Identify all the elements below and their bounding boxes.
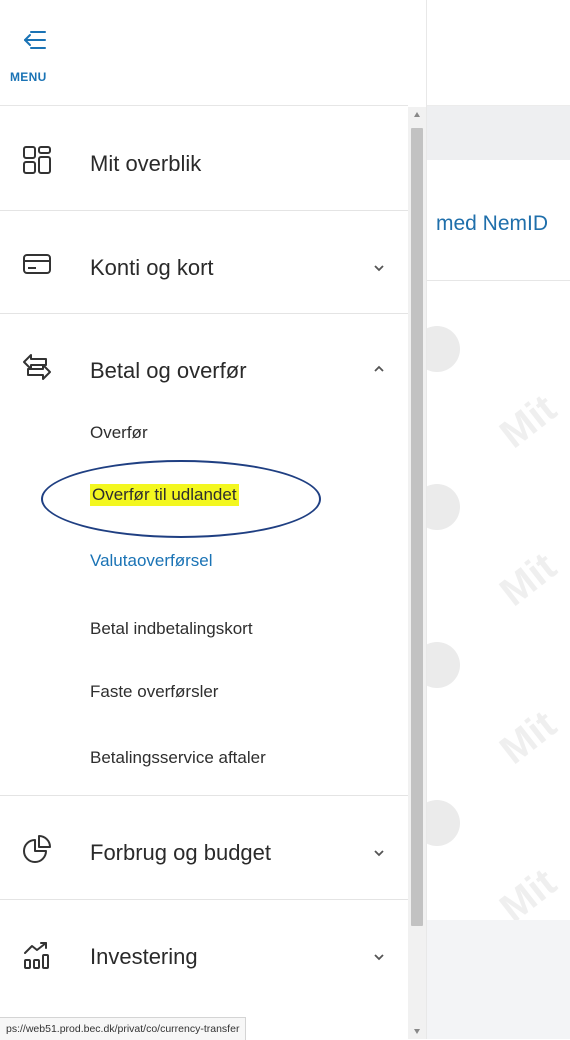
sidebar-scrollbar[interactable] xyxy=(408,107,426,1039)
submenu-item-faste-overforsler[interactable]: Faste overførsler xyxy=(90,682,218,702)
sidebar-item-label: Investering xyxy=(90,944,198,969)
menu-button[interactable]: MENU xyxy=(10,22,70,92)
chevron-down-icon xyxy=(374,850,384,857)
pie-chart-icon xyxy=(23,835,51,863)
sidebar: MENU Mit overblik Konti og kort Betal og… xyxy=(0,0,427,1039)
sidebar-item-label: Mit overblik xyxy=(90,151,202,176)
sidebar-item-label: Konti og kort xyxy=(90,255,214,280)
placeholder-avatar xyxy=(426,800,460,846)
login-nemid-link[interactable]: med NemID xyxy=(436,212,548,236)
submenu-item-overfor[interactable]: Overfør xyxy=(90,423,148,443)
status-url-bar: ps://web51.prod.bec.dk/privat/co/currenc… xyxy=(0,1017,247,1040)
placeholder-text: Mit xyxy=(492,386,565,457)
submenu-item-valutaoverforsel[interactable]: Valutaoverførsel xyxy=(90,551,213,571)
placeholder-avatar xyxy=(426,642,460,688)
submenu-item-overfor-til-udlandet[interactable]: Overfør til udlandet xyxy=(90,484,239,506)
scroll-up-arrow-icon[interactable] xyxy=(413,111,421,119)
content-card: med NemID Mit Mit Mit Mit xyxy=(426,160,570,920)
transfer-arrows-icon xyxy=(23,354,51,380)
scrollbar-thumb[interactable] xyxy=(411,128,423,926)
investment-chart-icon xyxy=(24,942,49,969)
sidebar-item-investering[interactable]: Investering xyxy=(0,900,408,1004)
content-gray-band xyxy=(426,106,570,160)
placeholder-avatar xyxy=(426,326,460,372)
sidebar-item-forbrug-og-budget[interactable]: Forbrug og budget xyxy=(0,796,408,900)
card-icon xyxy=(23,254,51,274)
chevron-down-icon xyxy=(374,954,384,961)
sidebar-item-label: Betal og overfør xyxy=(90,358,247,383)
chevron-up-icon xyxy=(374,365,384,372)
sidebar-item-mit-overblik[interactable]: Mit overblik xyxy=(0,107,408,211)
main-content: med NemID Mit Mit Mit Mit xyxy=(426,0,570,1039)
chevron-down-icon xyxy=(374,265,384,272)
sidebar-header-divider xyxy=(0,105,408,106)
content-divider xyxy=(426,280,570,281)
placeholder-avatar xyxy=(426,484,460,530)
content-header xyxy=(426,0,570,106)
dashboard-grid-icon xyxy=(23,146,51,174)
placeholder-text: Mit xyxy=(492,544,565,615)
submenu-item-betalingsservice-aftaler[interactable]: Betalingsservice aftaler xyxy=(90,748,266,768)
sidebar-item-label: Forbrug og budget xyxy=(90,840,272,865)
menu-back-arrow-icon xyxy=(24,31,46,49)
sidebar-item-betal-og-overfor[interactable]: Betal og overfør xyxy=(0,314,408,418)
menu-label: MENU xyxy=(10,70,47,84)
placeholder-text: Mit xyxy=(492,860,565,920)
sidebar-item-konti-og-kort[interactable]: Konti og kort xyxy=(0,211,408,315)
placeholder-text: Mit xyxy=(492,702,565,773)
submenu-item-betal-indbetalingskort[interactable]: Betal indbetalingskort xyxy=(90,619,253,639)
scroll-down-arrow-icon[interactable] xyxy=(413,1027,421,1035)
